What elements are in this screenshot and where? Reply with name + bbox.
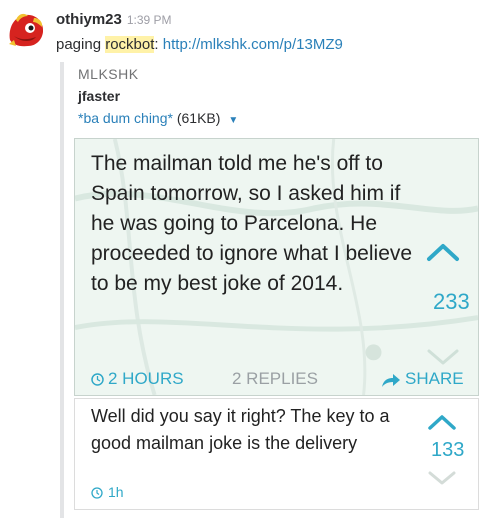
file-size: (61KB)	[176, 110, 221, 126]
mention-rockbot[interactable]: rockbot	[105, 36, 155, 53]
caret-down-icon[interactable]: ▼	[228, 115, 238, 126]
attachment-file: *ba dum ching* (61KB) ▼	[78, 110, 238, 126]
reply-vote-count: 133	[431, 439, 465, 461]
card-footer: 2 HOURS 2 REPLIES SHARE	[75, 361, 478, 395]
replies-link[interactable]: 2 REPLIES	[232, 369, 318, 389]
file-name-link[interactable]: *ba dum ching*	[78, 110, 173, 126]
attachment-source: MLKSHK	[78, 66, 139, 82]
clock-icon	[91, 373, 104, 386]
vote-count: 233	[433, 289, 470, 314]
reply-age: 1h	[108, 484, 124, 500]
reply-text: Well did you say it right? The key to a …	[91, 406, 390, 453]
share-button[interactable]: SHARE	[405, 369, 464, 389]
downvote-icon[interactable]	[427, 469, 457, 487]
attachment-author[interactable]: jfaster	[78, 88, 120, 104]
joke-text: The mailman told me he's off to Spain to…	[91, 152, 413, 295]
post-age: 2 HOURS	[108, 369, 184, 388]
author-name[interactable]: othiym23	[56, 11, 122, 28]
message-link[interactable]: http://mlkshk.com/p/13MZ9	[163, 36, 343, 53]
joke-card: The mailman told me he's off to Spain to…	[74, 138, 479, 396]
message-header: othiym23 1:39 PM	[56, 11, 172, 28]
upvote-icon[interactable]	[427, 413, 457, 431]
message-text: paging rockbot: http://mlkshk.com/p/13MZ…	[56, 36, 343, 53]
reply-card: Well did you say it right? The key to a …	[74, 398, 479, 510]
share-icon[interactable]	[381, 373, 401, 388]
upvote-icon[interactable]	[425, 241, 461, 263]
avatar[interactable]	[6, 10, 46, 50]
clock-icon	[91, 487, 103, 499]
attachment: MLKSHK jfaster *ba dum ching* (61KB) ▼ T…	[60, 62, 494, 518]
message-timestamp[interactable]: 1:39 PM	[127, 13, 172, 27]
message-separator: :	[154, 36, 163, 53]
message-prefix: paging	[56, 36, 106, 53]
